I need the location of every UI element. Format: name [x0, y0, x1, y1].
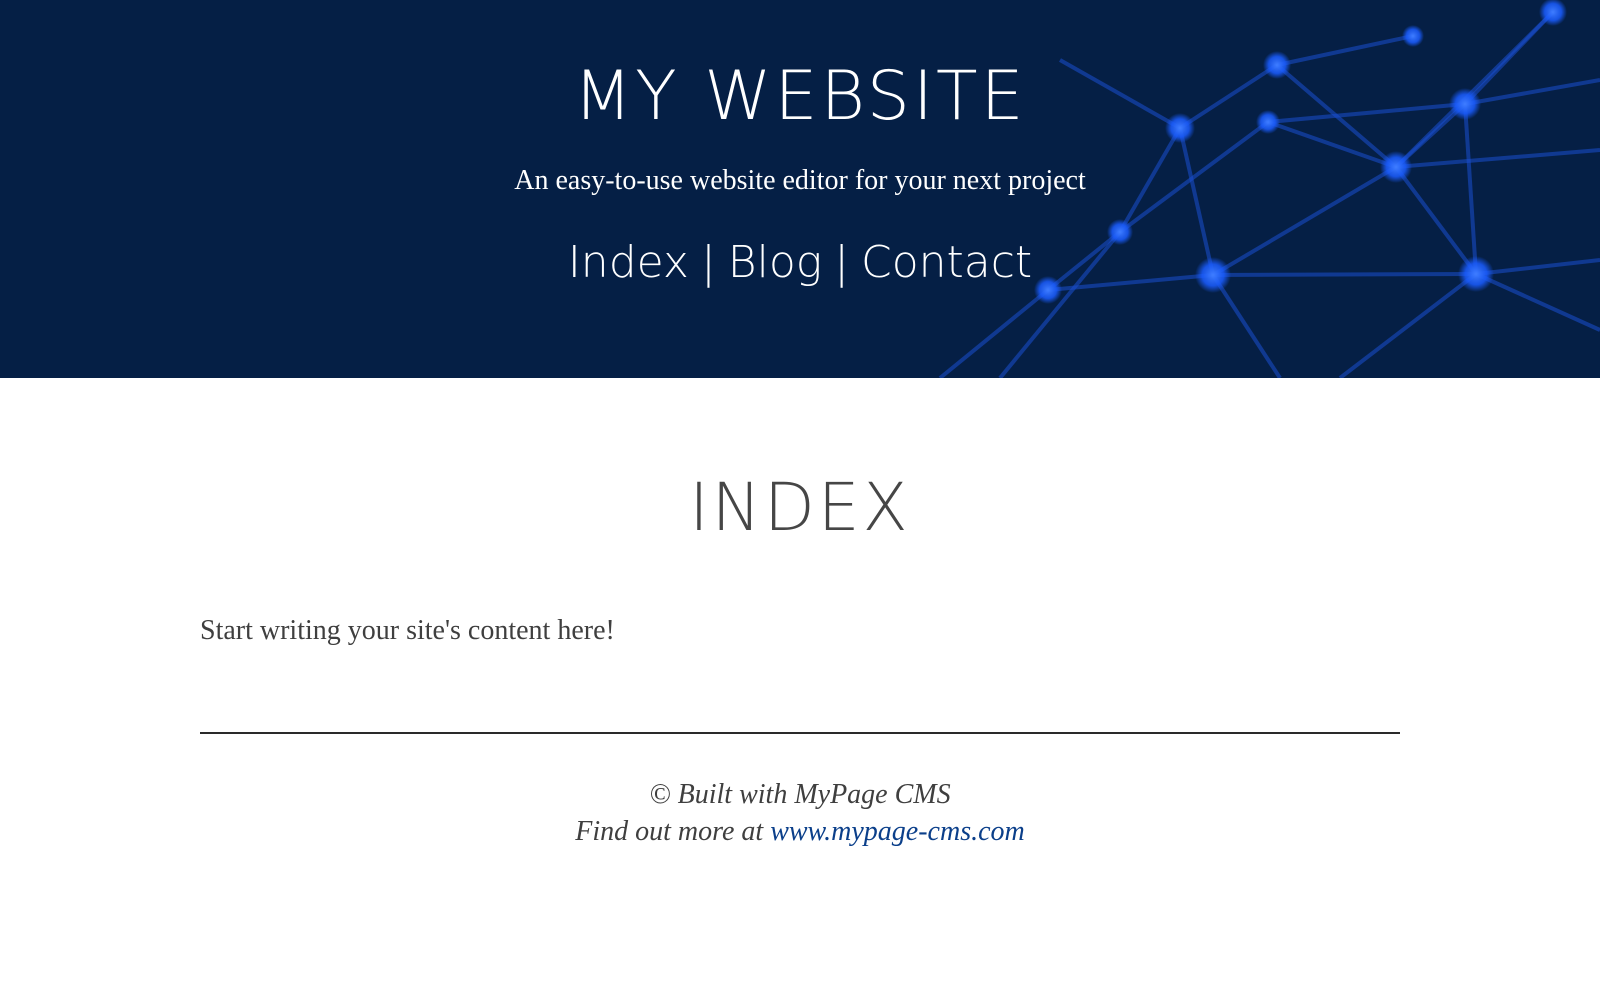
footer-find-out-prefix: Find out more at — [575, 816, 764, 847]
site-title: MY WEBSITE — [573, 57, 1027, 136]
page-body-text: Start writing your site's content here! — [200, 615, 615, 646]
main-content: INDEX Start writing your site's content … — [200, 378, 1400, 850]
site-footer: © Built with MyPage CMS Find out more at… — [200, 776, 1400, 850]
site-tagline: An easy-to-use website editor for your n… — [514, 165, 1086, 196]
nav-separator: | — [834, 237, 849, 288]
nav-link-index[interactable]: Index — [568, 237, 689, 288]
nav-separator: | — [700, 237, 716, 288]
main-navigation: Index | Blog | Contact — [0, 236, 1600, 290]
footer-cms-link[interactable]: www.mypage-cms.com — [770, 816, 1025, 847]
site-header: MY WEBSITE An easy-to-use website editor… — [0, 0, 1600, 378]
nav-link-contact[interactable]: Contact — [861, 237, 1032, 288]
footer-divider — [200, 732, 1400, 734]
nav-link-blog[interactable]: Blog — [728, 237, 822, 288]
page-title: INDEX — [689, 469, 911, 546]
footer-built-with: © Built with MyPage CMS — [649, 779, 951, 810]
header-content: MY WEBSITE An easy-to-use website editor… — [0, 0, 1600, 290]
footer-find-out-more: Find out more at www.mypage-cms.com — [200, 813, 1400, 850]
